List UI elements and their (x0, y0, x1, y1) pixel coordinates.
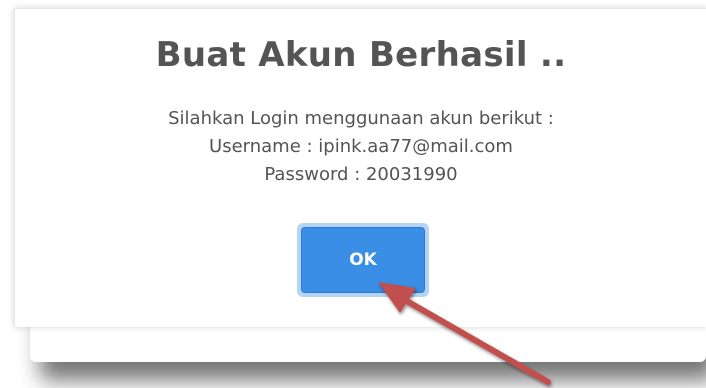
message-line-password: Password : 20031990 (264, 164, 458, 185)
dialog-title: Buat Akun Berhasil .. (155, 35, 567, 75)
ok-button[interactable]: OK (301, 227, 425, 293)
ok-button-focus-ring: OK (297, 223, 429, 297)
success-dialog: Buat Akun Berhasil .. Silahkan Login men… (14, 8, 706, 327)
dialog-message: Silahkan Login menggunaan akun berikut :… (15, 105, 706, 189)
message-line-username: Username : ipink.aa77@mail.com (209, 136, 513, 157)
message-line-instruction: Silahkan Login menggunaan akun berikut : (168, 108, 554, 129)
screenshot-stage: Buat Akun Berhasil .. Silahkan Login men… (0, 0, 706, 388)
